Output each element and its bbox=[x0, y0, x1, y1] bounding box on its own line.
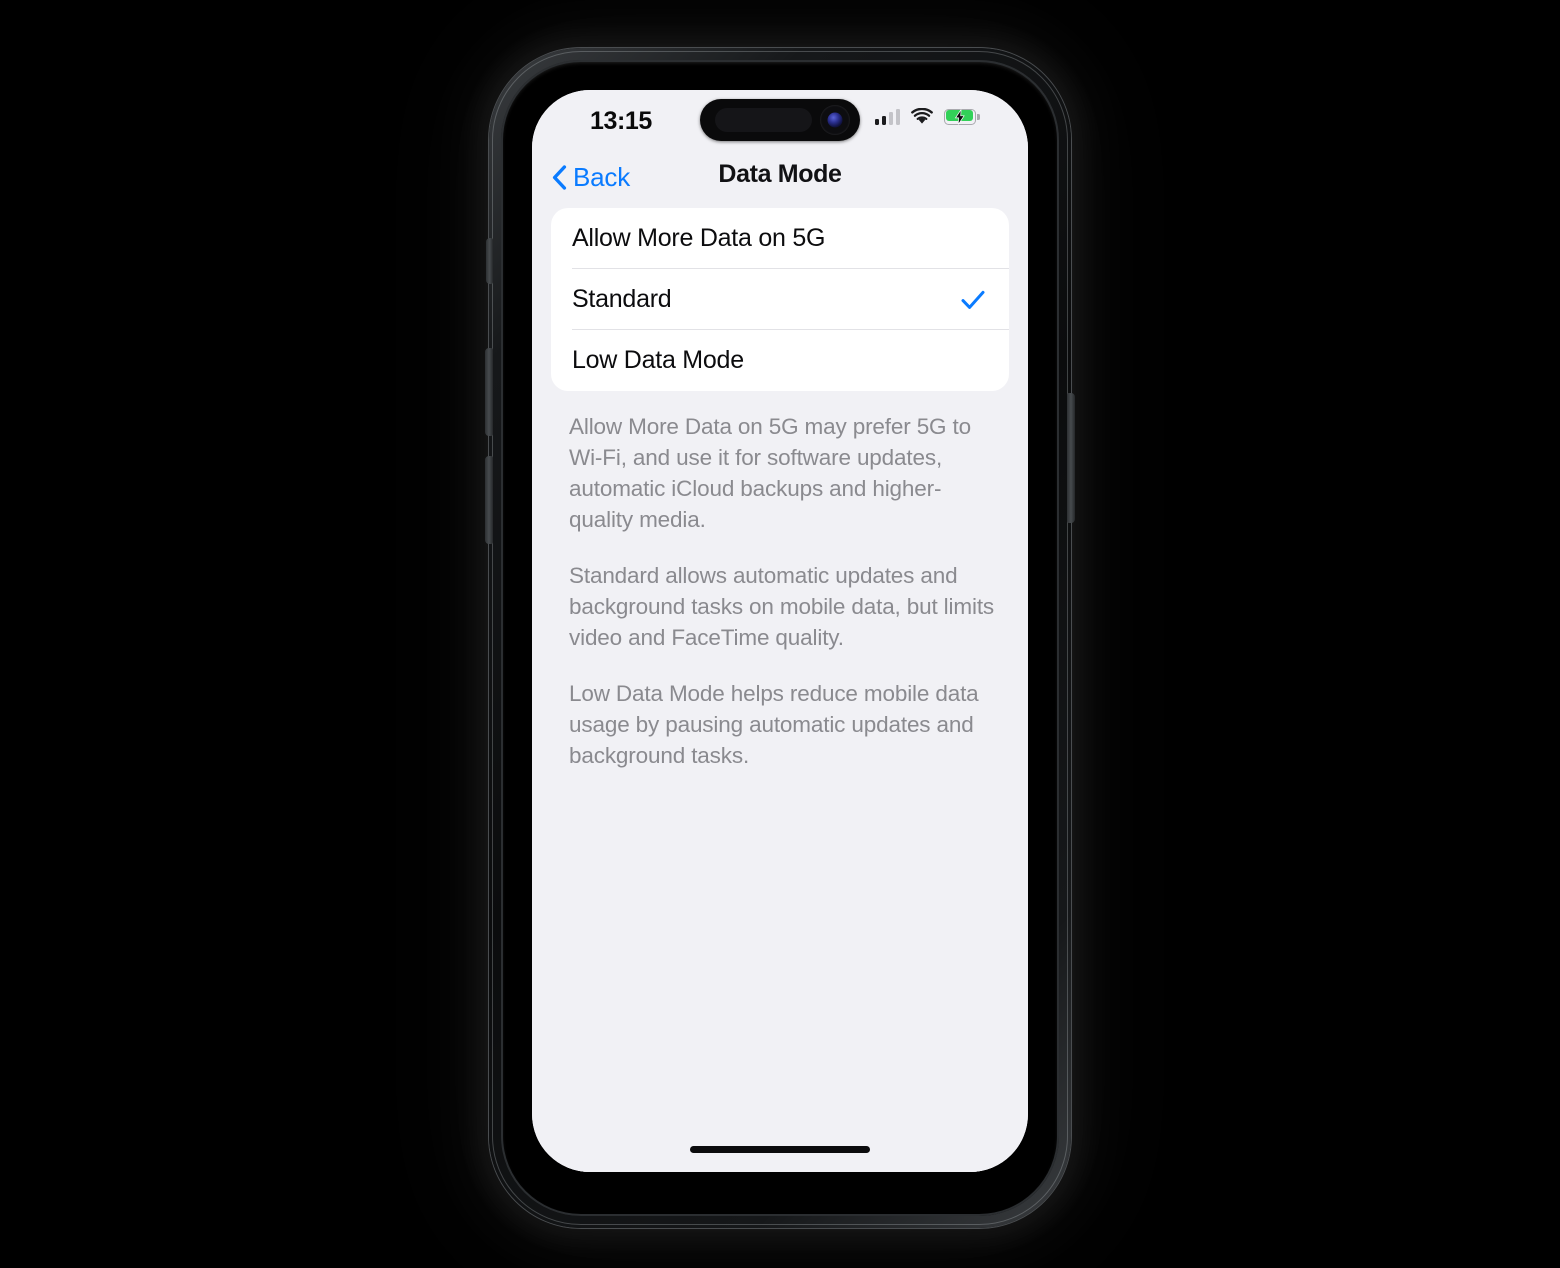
option-label: Low Data Mode bbox=[572, 346, 744, 374]
option-row-standard[interactable]: Standard bbox=[551, 269, 1009, 330]
home-indicator-area bbox=[532, 1138, 1028, 1172]
footer-paragraph: Low Data Mode helps reduce mobile data u… bbox=[569, 681, 979, 768]
data-mode-options-list: Allow More Data on 5G Standard Low Data … bbox=[551, 208, 1009, 391]
option-row-low-data-mode[interactable]: Low Data Mode bbox=[551, 330, 1009, 391]
footer-paragraph: Standard allows automatic updates and ba… bbox=[569, 563, 995, 650]
wifi-icon bbox=[911, 108, 933, 124]
option-label: Standard bbox=[572, 285, 672, 313]
footer-paragraph: Allow More Data on 5G may prefer 5G to W… bbox=[569, 414, 971, 532]
status-bar: 13:15 bbox=[532, 90, 1028, 152]
option-label: Allow More Data on 5G bbox=[572, 224, 826, 252]
power-button[interactable] bbox=[1067, 393, 1075, 523]
cellular-signal-icon bbox=[874, 108, 900, 125]
battery-cap bbox=[977, 113, 980, 120]
home-indicator[interactable] bbox=[690, 1146, 870, 1153]
volume-up-button[interactable] bbox=[485, 348, 493, 436]
phone-screen: 13:15 Back Data Mode Allow More Data on … bbox=[532, 90, 1028, 1172]
page-title: Data Mode bbox=[718, 160, 842, 188]
checkmark-icon bbox=[961, 290, 985, 309]
earpiece-speaker bbox=[715, 108, 812, 132]
volume-down-button[interactable] bbox=[485, 456, 493, 544]
footer-description: Allow More Data on 5G may prefer 5G to W… bbox=[551, 411, 1009, 771]
navigation-bar: Back Data Mode bbox=[532, 152, 1028, 206]
action-button[interactable] bbox=[486, 238, 493, 284]
dynamic-island bbox=[700, 99, 860, 141]
battery-charging-icon bbox=[944, 108, 980, 125]
charging-bolt-icon bbox=[954, 109, 965, 124]
settings-content: Allow More Data on 5G Standard Low Data … bbox=[532, 208, 1028, 1172]
status-bar-icons bbox=[874, 108, 980, 125]
camera-lens bbox=[827, 112, 843, 128]
status-time: 13:15 bbox=[590, 107, 652, 135]
front-camera-icon bbox=[820, 105, 850, 135]
option-row-allow-more-data-on-5g[interactable]: Allow More Data on 5G bbox=[551, 208, 1009, 269]
